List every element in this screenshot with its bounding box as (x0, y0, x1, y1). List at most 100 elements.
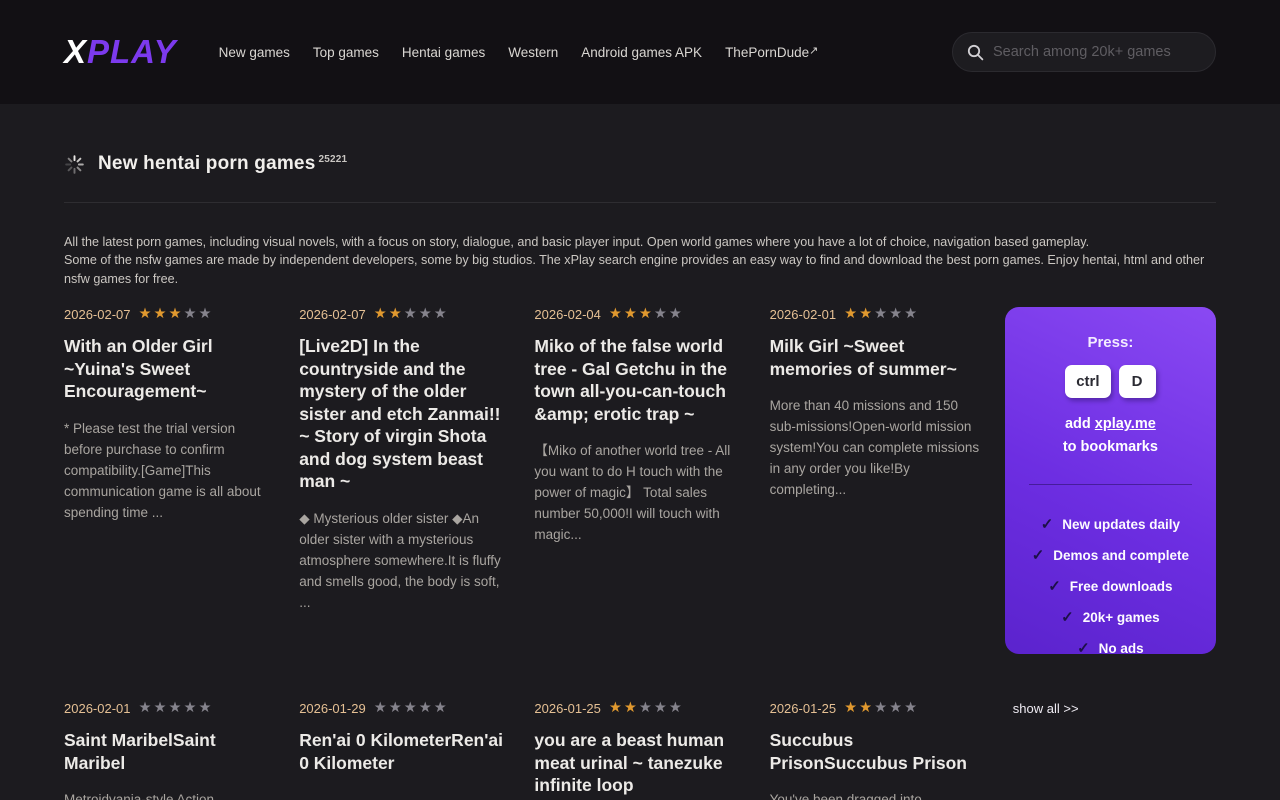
game-date: 2026-01-25 (534, 701, 601, 716)
promo-feature-item: ✓ Demos and complete (1023, 546, 1198, 564)
game-card: 2026-02-01 ★★★★★ Milk Girl ~Sweet memories… (770, 307, 981, 500)
star-rating: ★★★★★ (844, 307, 919, 322)
xplay-me-link[interactable]: xplay.me (1095, 416, 1156, 432)
game-date: 2026-02-01 (770, 307, 837, 322)
game-title-link[interactable]: Saint MaribelSaint Maribel (64, 729, 275, 774)
star-empty-icon: ★ (184, 700, 199, 716)
star-empty-icon: ★ (169, 700, 184, 716)
star-rating: ★★★★★ (139, 307, 214, 322)
search-input[interactable] (993, 44, 1201, 60)
star-rating: ★★★★★ (609, 701, 684, 716)
nav-item-android-games-apk[interactable]: Android games APK (581, 45, 702, 60)
site-logo[interactable]: XPLAY (64, 33, 177, 71)
star-empty-icon: ★ (889, 700, 904, 716)
nav-item-hentai-games[interactable]: Hentai games (402, 45, 485, 60)
game-title-link[interactable]: Ren'ai 0 KilometerRen'ai 0 Kilometer (299, 729, 510, 774)
nav-item-top-games[interactable]: Top games (313, 45, 379, 60)
promo-divider (1029, 484, 1192, 485)
show-all-link[interactable]: show all >> (1013, 701, 1079, 716)
card-meta: 2026-01-25 ★★★★★ (770, 701, 981, 716)
game-date: 2026-02-01 (64, 701, 131, 716)
intro-text: All the latest porn games, including vis… (64, 233, 1216, 288)
game-card: 2026-01-25 ★★★★★ you are a beast human mea… (534, 701, 745, 797)
star-empty-icon: ★ (184, 306, 199, 322)
checkmark-icon: ✓ (1032, 546, 1045, 564)
games-row-1: 2026-02-07★★★★★ With an Older Girl ~Yuina… (64, 307, 1216, 701)
star-rating: ★★★★★ (609, 307, 684, 322)
nav-item-new-games[interactable]: New games (219, 45, 290, 60)
star-rating: ★★★★★ (844, 701, 919, 716)
to-bookmarks-text: to bookmarks (1063, 439, 1158, 455)
card-meta: 2026-02-04★★★★★ (534, 307, 745, 322)
star-filled-icon: ★ (844, 306, 859, 322)
page-title: New hentai porn games25221 (98, 153, 347, 175)
game-date: 2026-01-29 (299, 701, 366, 716)
game-description: ◆ Mysterious older sister ◆An older sist… (299, 508, 510, 613)
star-rating: ★★★★★ (374, 307, 449, 322)
card-meta: 2026-02-07★★★★★ (64, 307, 275, 322)
intro-line-1: All the latest porn games, including vis… (64, 235, 1089, 249)
promo-feature-list: ✓New updates daily✓Demos and complete✓Fr… (1023, 515, 1198, 657)
promo-feature-item: ✓New updates daily (1023, 515, 1198, 533)
card-meta: 2026-02-01★★★★★ (64, 701, 275, 716)
logo-play: PLAY (87, 33, 177, 70)
nav-item-theporndude[interactable]: ThePornDude↗ (725, 45, 818, 60)
star-empty-icon: ★ (904, 700, 919, 716)
star-filled-icon: ★ (859, 700, 874, 716)
star-empty-icon: ★ (139, 700, 154, 716)
star-filled-icon: ★ (609, 700, 624, 716)
feature-label: New updates daily (1062, 517, 1180, 532)
search-bar[interactable] (952, 32, 1216, 72)
star-filled-icon: ★ (639, 306, 654, 322)
game-title-link[interactable]: Miko of the false world tree - Gal Getch… (534, 335, 745, 425)
star-filled-icon: ★ (624, 700, 639, 716)
game-title-link[interactable]: With an Older Girl ~Yuina's Sweet Encour… (64, 335, 275, 403)
bookmark-instruction: add xplay.me to bookmarks (1023, 413, 1198, 459)
nav-item-western[interactable]: Western (508, 45, 558, 60)
bookmark-promo-card: Press: ctrl D add xplay.me to bookmarks ✓… (1005, 307, 1216, 654)
game-title-link[interactable]: Succubus PrisonSuccubus Prison (770, 729, 981, 774)
star-empty-icon: ★ (874, 306, 889, 322)
card-meta: 2026-02-07★★★★★ (299, 307, 510, 322)
game-card: 2026-02-04★★★★★ Miko of the false world t… (534, 307, 745, 545)
page-head: New hentai porn games25221 (64, 153, 1216, 175)
game-title-link[interactable]: Milk Girl ~Sweet memories of summer~ (770, 335, 981, 380)
star-empty-icon: ★ (669, 700, 684, 716)
game-title-link[interactable]: you are a beast human meat urinal ~ tane… (534, 729, 745, 797)
star-rating: ★★★★★ (374, 701, 449, 716)
star-filled-icon: ★ (154, 306, 169, 322)
star-empty-icon: ★ (199, 700, 214, 716)
star-empty-icon: ★ (654, 306, 669, 322)
game-card: 2026-01-29 ★★★★★ Ren'ai 0 KilometerRen'ai … (299, 701, 510, 774)
game-card: 2026-02-01★★★★★Saint MaribelSaint Maribe… (64, 701, 275, 800)
star-empty-icon: ★ (654, 700, 669, 716)
star-empty-icon: ★ (374, 700, 389, 716)
feature-label: No ads (1099, 641, 1144, 656)
star-empty-icon: ★ (669, 306, 684, 322)
press-label: Press: (1023, 334, 1198, 351)
checkmark-icon: ✓ (1077, 639, 1090, 657)
star-empty-icon: ★ (154, 700, 169, 716)
intro-line-2: Some of the nsfw games are made by indep… (64, 253, 1204, 285)
keycap-d: D (1119, 365, 1156, 398)
star-empty-icon: ★ (889, 306, 904, 322)
header: XPLAY New games Top games Hentai games West… (0, 0, 1280, 104)
card-meta: 2026-01-25 ★★★★★ (534, 701, 745, 716)
star-empty-icon: ★ (434, 306, 449, 322)
game-description: 【Miko of another world tree - All you wa… (534, 440, 745, 545)
games-count-badge: 25221 (318, 154, 347, 165)
star-filled-icon: ★ (844, 700, 859, 716)
star-rating: ★★★★★ (139, 701, 214, 716)
keycap-ctrl: ctrl (1065, 365, 1110, 398)
feature-label: Free downloads (1070, 579, 1173, 594)
star-filled-icon: ★ (169, 306, 184, 322)
game-title-link[interactable]: [Live2D] In the countryside and the myst… (299, 335, 510, 493)
checkmark-icon: ✓ (1061, 608, 1074, 626)
card-meta: 2026-01-29 ★★★★★ (299, 701, 510, 716)
games-row-2: 2026-02-01★★★★★Saint MaribelSaint Maribe… (64, 701, 1216, 800)
game-date: 2026-01-25 (770, 701, 837, 716)
add-text: add (1065, 416, 1091, 432)
feature-label: Demos and complete (1053, 548, 1189, 563)
star-empty-icon: ★ (404, 700, 419, 716)
star-empty-icon: ★ (419, 700, 434, 716)
